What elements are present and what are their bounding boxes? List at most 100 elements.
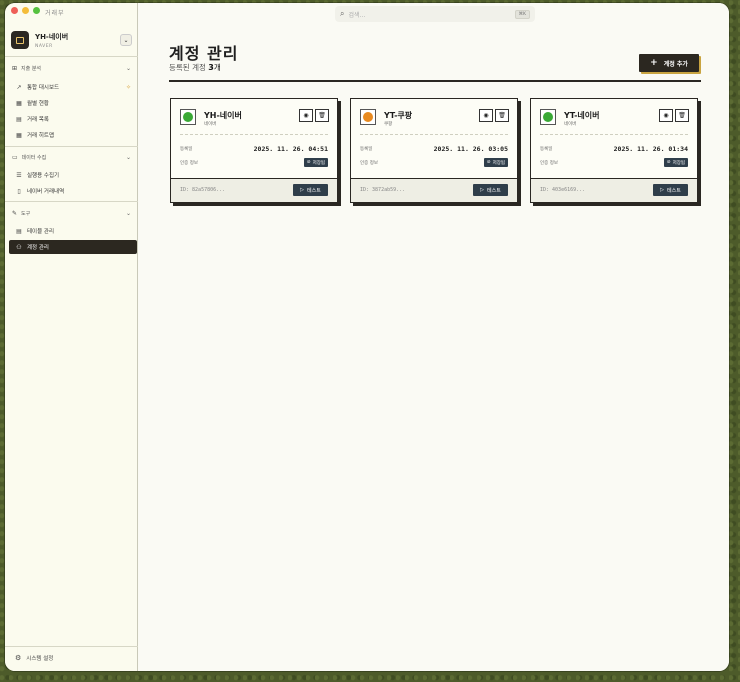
delete-button[interactable]: 🗑 bbox=[315, 109, 329, 122]
system-settings-label: 시스템 설정 bbox=[26, 656, 54, 662]
test-label: 테스트 bbox=[667, 187, 681, 194]
file-icon: ▯ bbox=[17, 187, 21, 195]
account-name: YT-네이버 bbox=[564, 111, 600, 120]
maximize-window-button[interactable] bbox=[33, 7, 40, 14]
view-button[interactable]: ◉ bbox=[479, 109, 493, 122]
sidebar-item-account-management[interactable]: ⚇ 계정 관리 bbox=[9, 240, 137, 254]
main-content: ⌕ 검색... ⌘K 계정 관리 등록된 계정 3개 + 계정 추가 YH-네이… bbox=[139, 3, 729, 671]
sidebar-item-label: 계정 관리 bbox=[27, 245, 49, 251]
wrench-icon: ✎ bbox=[12, 209, 18, 217]
delete-button[interactable]: 🗑 bbox=[495, 109, 509, 122]
search-input[interactable]: ⌕ 검색... ⌘K bbox=[335, 6, 535, 22]
status-indicator bbox=[180, 109, 196, 125]
chevron-down-icon: ⌄ bbox=[125, 153, 131, 161]
search-icon: ⌕ bbox=[340, 9, 345, 18]
account-card: YT-쿠팡 쿠팡 ◉ 🗑 등록일 2025. 11. 26. 03:05 인증 … bbox=[350, 98, 518, 203]
saved-badge: ⊘ 저장됨 bbox=[663, 158, 688, 167]
status-indicator bbox=[360, 109, 376, 125]
sidebar-item-transactions[interactable]: ▤ 거래 목록 bbox=[9, 112, 137, 126]
sidebar-item-naver-history[interactable]: ▯ 네이버 거래내역 bbox=[9, 184, 137, 198]
account-id: ID: 403e6169... bbox=[540, 187, 586, 193]
account-name: YH-네이버 bbox=[204, 111, 242, 120]
registered-date: 2025. 11. 26. 04:51 bbox=[253, 145, 328, 153]
view-button[interactable]: ◉ bbox=[299, 109, 313, 122]
sidebar: 거래부 YH-네이버 NAVER ⌄ ⊞ 지출 분석 ⌄ ↗ 통합 대시보드 ✧… bbox=[5, 3, 138, 671]
wallet-icon bbox=[11, 31, 29, 49]
account-card: YH-네이버 네이버 ◉ 🗑 등록일 2025. 11. 26. 04:51 인… bbox=[170, 98, 338, 203]
registered-date: 2025. 11. 26. 01:34 bbox=[613, 145, 688, 153]
sidebar-item-dashboard[interactable]: ↗ 통합 대시보드 ✧ bbox=[9, 80, 137, 94]
play-icon: ▷ bbox=[480, 187, 485, 193]
check-circle-icon: ⊘ bbox=[666, 160, 671, 165]
auth-label: 인증 정보 bbox=[540, 161, 558, 166]
trash-icon: 🗑 bbox=[318, 112, 326, 119]
test-label: 테스트 bbox=[487, 187, 501, 194]
table-icon: ▤ bbox=[16, 227, 22, 235]
search-placeholder: 검색... bbox=[348, 11, 366, 19]
sidebar-item-table-management[interactable]: ▤ 테이블 관리 bbox=[9, 224, 137, 238]
test-button[interactable]: ▷ 테스트 bbox=[293, 184, 328, 196]
account-platform: 쿠팡 bbox=[384, 122, 393, 127]
section-data-collection[interactable]: ▭ 데이터 수집 ⌄ bbox=[12, 151, 131, 163]
chevron-updown-icon[interactable]: ⌄ bbox=[120, 34, 132, 46]
account-name: YT-쿠팡 bbox=[384, 111, 413, 120]
eye-icon: ◉ bbox=[303, 112, 309, 119]
count-prefix: 등록된 계정 bbox=[169, 63, 206, 72]
minimize-window-button[interactable] bbox=[22, 7, 29, 14]
sidebar-item-heatmap[interactable]: ▦ 거래 히트맵 bbox=[9, 128, 137, 142]
test-button[interactable]: ▷ 테스트 bbox=[653, 184, 688, 196]
sidebar-item-label: 네이버 거래내역 bbox=[27, 189, 65, 195]
add-account-label: 계정 추가 bbox=[663, 60, 688, 68]
test-button[interactable]: ▷ 테스트 bbox=[473, 184, 508, 196]
divider bbox=[5, 646, 138, 647]
registered-label: 등록일 bbox=[360, 147, 373, 152]
gear-icon: ⚙ bbox=[15, 654, 22, 662]
view-button[interactable]: ◉ bbox=[659, 109, 673, 122]
saved-label: 저장됨 bbox=[312, 160, 325, 166]
divider bbox=[5, 56, 138, 57]
account-card: YT-네이버 네이버 ◉ 🗑 등록일 2025. 11. 26. 01:34 인… bbox=[530, 98, 698, 203]
account-count: 등록된 계정 3개 bbox=[169, 62, 221, 73]
sidebar-item-collector[interactable]: ☰ 실행용 수집기 bbox=[9, 168, 137, 182]
section-tools[interactable]: ✎ 도구 ⌄ bbox=[12, 207, 131, 219]
sidebar-item-monthly[interactable]: ▦ 월별 현황 bbox=[9, 96, 137, 110]
account-platform: 네이버 bbox=[564, 122, 577, 127]
account-platform: 네이버 bbox=[204, 122, 217, 127]
current-account-name: YH-네이버 bbox=[35, 32, 69, 41]
section-spending-analysis[interactable]: ⊞ 지출 분석 ⌄ bbox=[12, 62, 131, 74]
close-window-button[interactable] bbox=[11, 7, 18, 14]
eye-icon: ◉ bbox=[483, 112, 489, 119]
check-circle-icon: ⊘ bbox=[306, 160, 311, 165]
chevron-down-icon: ⌄ bbox=[125, 64, 131, 72]
chart-icon: ⊞ bbox=[12, 64, 18, 72]
add-account-button[interactable]: + 계정 추가 bbox=[639, 54, 699, 72]
app-title: 거래부 bbox=[45, 10, 65, 17]
registered-label: 등록일 bbox=[180, 147, 193, 152]
sidebar-item-label: 거래 히트맵 bbox=[27, 133, 55, 139]
status-indicator bbox=[540, 109, 556, 125]
folder-icon: ▭ bbox=[12, 153, 18, 161]
divider bbox=[540, 134, 688, 135]
sidebar-item-label: 월별 현황 bbox=[27, 101, 49, 107]
sidebar-item-label: 통합 대시보드 bbox=[27, 85, 60, 91]
play-icon: ▷ bbox=[660, 187, 665, 193]
divider bbox=[169, 80, 701, 82]
plus-icon: + bbox=[650, 58, 658, 68]
document-icon: ▤ bbox=[16, 115, 22, 123]
window-controls bbox=[11, 7, 40, 14]
sidebar-item-label: 테이블 관리 bbox=[27, 229, 55, 235]
current-account-platform: NAVER bbox=[35, 43, 53, 49]
calendar-icon: ▦ bbox=[16, 99, 22, 107]
delete-button[interactable]: 🗑 bbox=[675, 109, 689, 122]
status-dot bbox=[543, 112, 553, 122]
users-icon: ⚇ bbox=[16, 243, 22, 251]
saved-label: 저장됨 bbox=[492, 160, 505, 166]
chevron-down-icon: ⌄ bbox=[125, 209, 131, 217]
shortcut-badge: ⌘K bbox=[514, 9, 530, 19]
auth-label: 인증 정보 bbox=[360, 161, 378, 166]
system-settings-button[interactable]: ⚙ 시스템 설정 bbox=[15, 654, 53, 662]
saved-badge: ⊘ 저장됨 bbox=[303, 158, 328, 167]
account-switcher[interactable]: YH-네이버 NAVER ⌄ bbox=[11, 29, 132, 51]
page-title: 계정 관리 bbox=[169, 44, 239, 63]
status-dot bbox=[363, 112, 373, 122]
